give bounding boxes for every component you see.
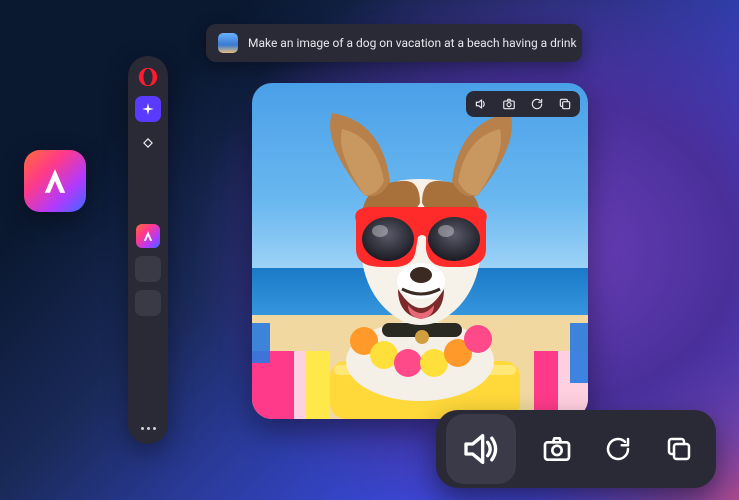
copy-icon bbox=[664, 434, 694, 464]
refresh-button[interactable] bbox=[528, 95, 546, 113]
image-toolbar bbox=[466, 91, 580, 117]
refresh-icon bbox=[530, 97, 544, 111]
more-button[interactable] bbox=[141, 427, 156, 434]
camera-button[interactable] bbox=[500, 95, 518, 113]
sparkle-icon bbox=[141, 102, 155, 116]
sidebar bbox=[128, 56, 168, 444]
refresh-icon bbox=[603, 434, 633, 464]
generated-image[interactable] bbox=[252, 83, 588, 419]
camera-button[interactable] bbox=[536, 410, 577, 488]
speaker-button-active[interactable] bbox=[446, 414, 516, 484]
prompt-text: Make an image of a dog on vacation at a … bbox=[248, 36, 577, 50]
diamond-icon bbox=[141, 136, 155, 150]
aria-logo-icon bbox=[141, 229, 155, 243]
dog-beach-illustration bbox=[252, 83, 588, 419]
speaker-button[interactable] bbox=[472, 95, 490, 113]
aria-logo-icon bbox=[38, 164, 72, 198]
speaker-icon bbox=[474, 97, 488, 111]
sidebar-empty-slot[interactable] bbox=[135, 290, 161, 316]
prompt-thumbnail bbox=[218, 33, 238, 53]
speaker-icon bbox=[461, 429, 501, 469]
copy-button[interactable] bbox=[659, 410, 700, 488]
copy-button[interactable] bbox=[556, 95, 574, 113]
diamond-button[interactable] bbox=[135, 130, 161, 156]
prompt-chip[interactable]: Make an image of a dog on vacation at a … bbox=[206, 24, 582, 62]
sidebar-empty-slot[interactable] bbox=[135, 256, 161, 282]
camera-icon bbox=[502, 97, 516, 111]
refresh-button[interactable] bbox=[597, 410, 638, 488]
opera-logo-button[interactable] bbox=[137, 66, 159, 88]
copy-icon bbox=[558, 97, 572, 111]
aria-mini-button[interactable] bbox=[136, 224, 160, 248]
opera-icon bbox=[137, 66, 159, 88]
camera-icon bbox=[541, 433, 573, 465]
sparkle-button[interactable] bbox=[135, 96, 161, 122]
aria-app-badge[interactable] bbox=[24, 150, 86, 212]
main-toolbar bbox=[436, 410, 716, 488]
